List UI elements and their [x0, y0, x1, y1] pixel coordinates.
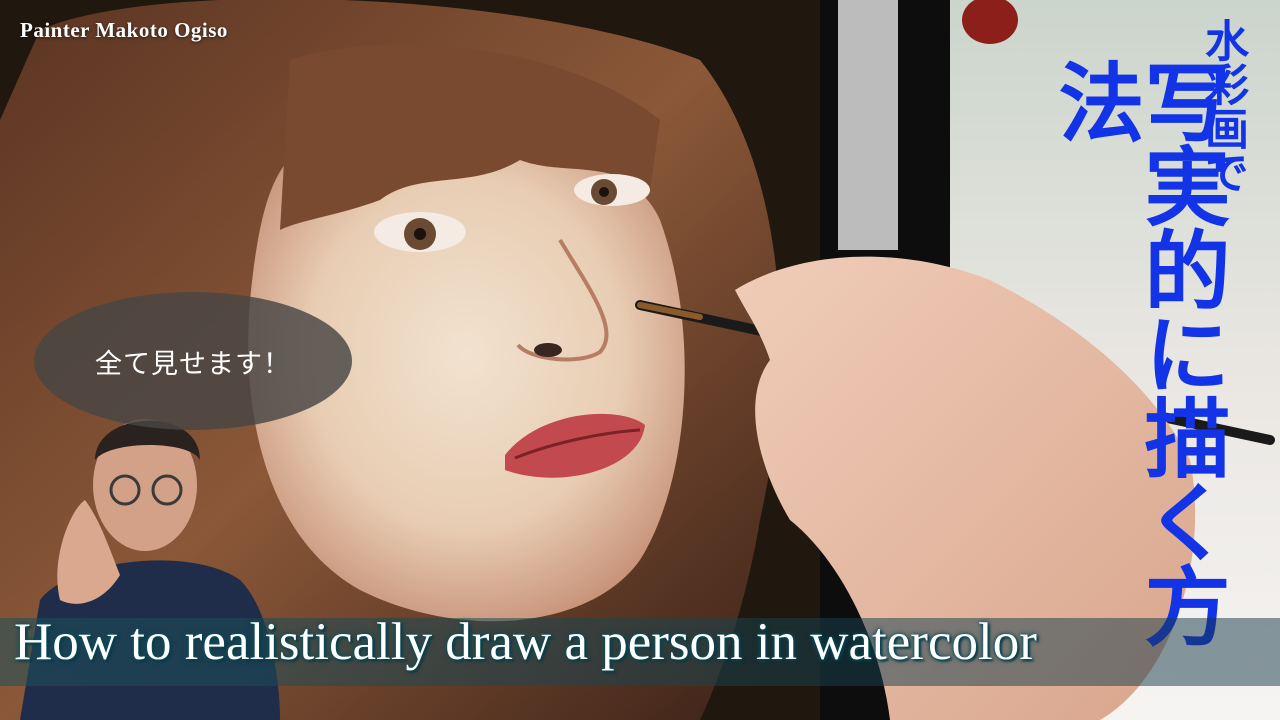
thumbnail: Painter Makoto Ogiso 全て見せます！ 水彩画で 写実的に描く… [0, 0, 1280, 720]
speech-bubble-text: 全て見せます！ [95, 348, 291, 380]
speech-bubble: 全て見せます！ [34, 292, 352, 430]
caption-text: How to realistically draw a person in wa… [14, 613, 1037, 671]
channel-name: Painter Makoto Ogiso [20, 18, 228, 42]
palette-edge [838, 0, 898, 250]
